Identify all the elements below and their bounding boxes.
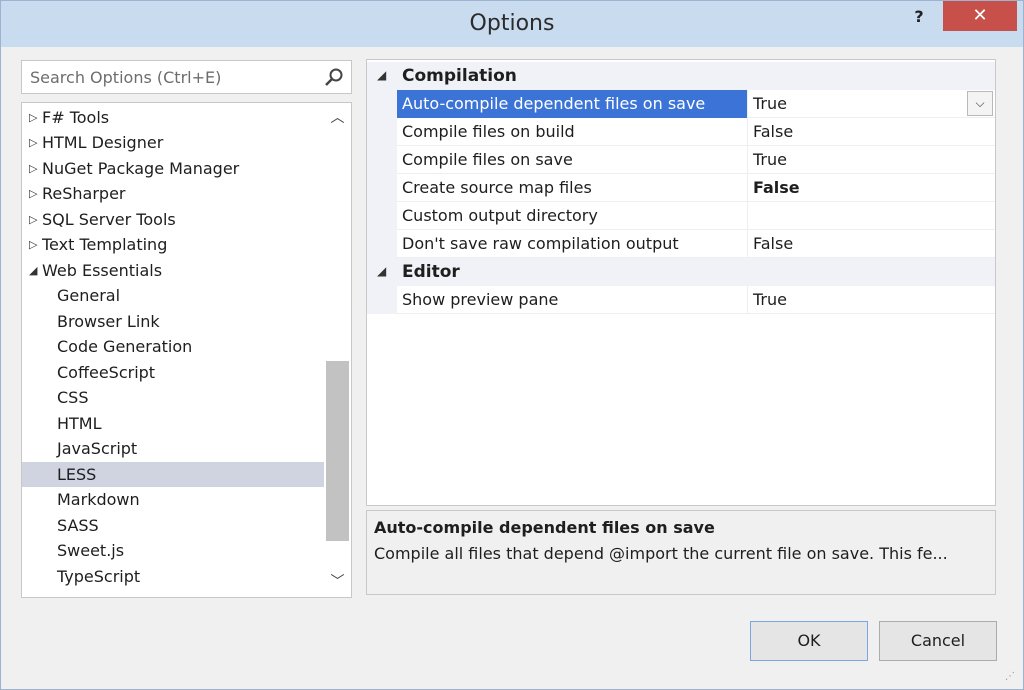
property-row[interactable]: Compile files on save True — [367, 146, 995, 174]
collapsed-arrow-icon[interactable]: ▷ — [29, 232, 37, 257]
tree-item-web-essentials[interactable]: ◢ Web Essentials — [22, 258, 324, 283]
help-button[interactable]: ? — [907, 7, 931, 31]
chevron-down-icon[interactable]: ⌵ — [967, 91, 993, 116]
tree-item-html[interactable]: HTML — [22, 411, 324, 436]
property-row[interactable]: Create source map files False — [367, 174, 995, 202]
collapsed-arrow-icon[interactable]: ▷ — [29, 130, 37, 155]
category-compilation[interactable]: ◢ Compilation — [367, 62, 995, 90]
property-value[interactable]: True — [747, 286, 995, 314]
tree-item-general[interactable]: General — [22, 283, 324, 308]
tree-item-typescript[interactable]: TypeScript — [22, 564, 324, 589]
collapsed-arrow-icon[interactable]: ▷ — [29, 181, 37, 206]
property-value[interactable]: True — [747, 146, 995, 174]
property-name: Auto-compile dependent files on save — [397, 90, 747, 118]
scroll-down-icon[interactable]: ﹀ — [324, 571, 351, 593]
search-input[interactable] — [22, 61, 316, 93]
expanded-arrow-icon[interactable]: ◢ — [29, 258, 37, 283]
property-name: Don't save raw compilation output — [402, 234, 679, 253]
property-value[interactable]: False — [747, 174, 995, 202]
search-icon[interactable] — [324, 67, 344, 87]
tree-item-browser-link[interactable]: Browser Link — [22, 309, 324, 334]
expanded-arrow-icon[interactable]: ◢ — [377, 68, 386, 82]
property-name: Compile files on build — [402, 122, 575, 141]
description-text: Compile all files that depend @import th… — [374, 544, 948, 563]
close-button[interactable]: ✕ — [943, 1, 1017, 31]
tree-item-code-generation[interactable]: Code Generation — [22, 334, 324, 359]
tree-item-resharper[interactable]: ▷ ReSharper — [22, 181, 324, 206]
property-name: Compile files on save — [402, 150, 573, 169]
options-tree: ▷ F# Tools ▷ HTML Designer ▷ NuGet Packa… — [21, 102, 352, 598]
property-row[interactable]: Compile files on build False — [367, 118, 995, 146]
scrollbar-thumb[interactable] — [326, 361, 349, 541]
property-name: Show preview pane — [402, 290, 559, 309]
tree-item-sql-server-tools[interactable]: ▷ SQL Server Tools — [22, 207, 324, 232]
collapsed-arrow-icon[interactable]: ▷ — [29, 156, 37, 181]
property-name: Create source map files — [402, 178, 592, 197]
property-value[interactable]: False — [747, 230, 995, 258]
tree-item-less[interactable]: LESS — [22, 462, 324, 487]
tree-item-sweetjs[interactable]: Sweet.js — [22, 538, 324, 563]
tree-item-sass[interactable]: SASS — [22, 513, 324, 538]
property-value[interactable] — [747, 202, 995, 230]
cancel-button[interactable]: Cancel — [879, 621, 997, 661]
resize-grip-icon[interactable]: ⋰ — [1005, 671, 1021, 687]
tree-item-html-designer[interactable]: ▷ HTML Designer — [22, 130, 324, 155]
ok-button[interactable]: OK — [750, 621, 868, 661]
tree-item-nuget[interactable]: ▷ NuGet Package Manager — [22, 156, 324, 181]
scroll-up-icon[interactable]: ︿ — [324, 107, 351, 129]
title-bar: Options ? ✕ — [1, 1, 1023, 47]
collapsed-arrow-icon[interactable]: ▷ — [29, 105, 37, 130]
property-row[interactable]: Don't save raw compilation output False — [367, 230, 995, 258]
dialog-title: Options — [469, 11, 555, 36]
tree-item-javascript[interactable]: JavaScript — [22, 436, 324, 461]
description-title: Auto-compile dependent files on save — [374, 518, 715, 537]
search-box — [21, 60, 352, 94]
expanded-arrow-icon[interactable]: ◢ — [377, 264, 386, 278]
category-editor[interactable]: ◢ Editor — [367, 258, 995, 286]
tree-item-text-templating[interactable]: ▷ Text Templating — [22, 232, 324, 257]
property-grid: ◢ Compilation Auto-compile dependent fil… — [366, 59, 996, 506]
tree-item-coffeescript[interactable]: CoffeeScript — [22, 360, 324, 385]
tree-item-fsharp-tools[interactable]: ▷ F# Tools — [22, 105, 324, 130]
property-row[interactable]: Custom output directory — [367, 202, 995, 230]
property-row[interactable]: Show preview pane True — [367, 286, 995, 314]
property-value[interactable]: False — [747, 118, 995, 146]
options-dialog: Options ? ✕ ▷ F# Tools ▷ HTML Designer ▷… — [0, 0, 1024, 690]
property-row[interactable]: Auto-compile dependent files on save Tru… — [367, 90, 995, 118]
description-panel: Auto-compile dependent files on save Com… — [366, 510, 996, 595]
property-value[interactable]: True — [747, 90, 995, 118]
tree-item-markdown[interactable]: Markdown — [22, 487, 324, 512]
collapsed-arrow-icon[interactable]: ▷ — [29, 207, 37, 232]
tree-item-css[interactable]: CSS — [22, 385, 324, 410]
property-name: Custom output directory — [402, 206, 598, 225]
